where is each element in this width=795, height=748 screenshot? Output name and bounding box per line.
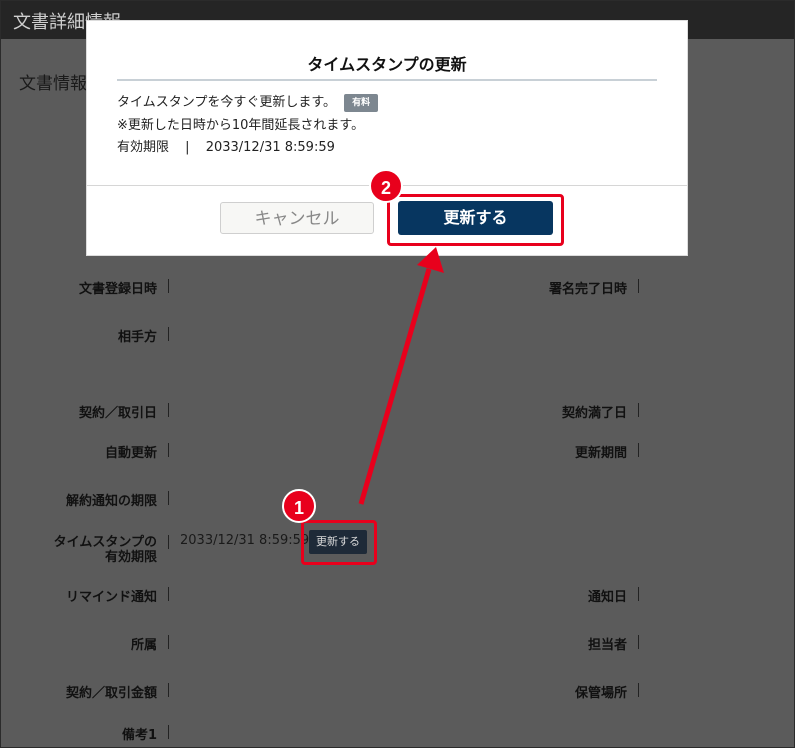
arrow-line	[358, 268, 432, 505]
arrow-head	[417, 247, 444, 273]
step-arrow	[358, 247, 444, 505]
step2-badge: 2	[369, 169, 403, 203]
step1-badge: 1	[282, 489, 316, 523]
app-frame: 文書詳細情報 文書情報 文書登録日時 相手方 契約／取引日 自動更新 解約通知の…	[0, 0, 795, 748]
